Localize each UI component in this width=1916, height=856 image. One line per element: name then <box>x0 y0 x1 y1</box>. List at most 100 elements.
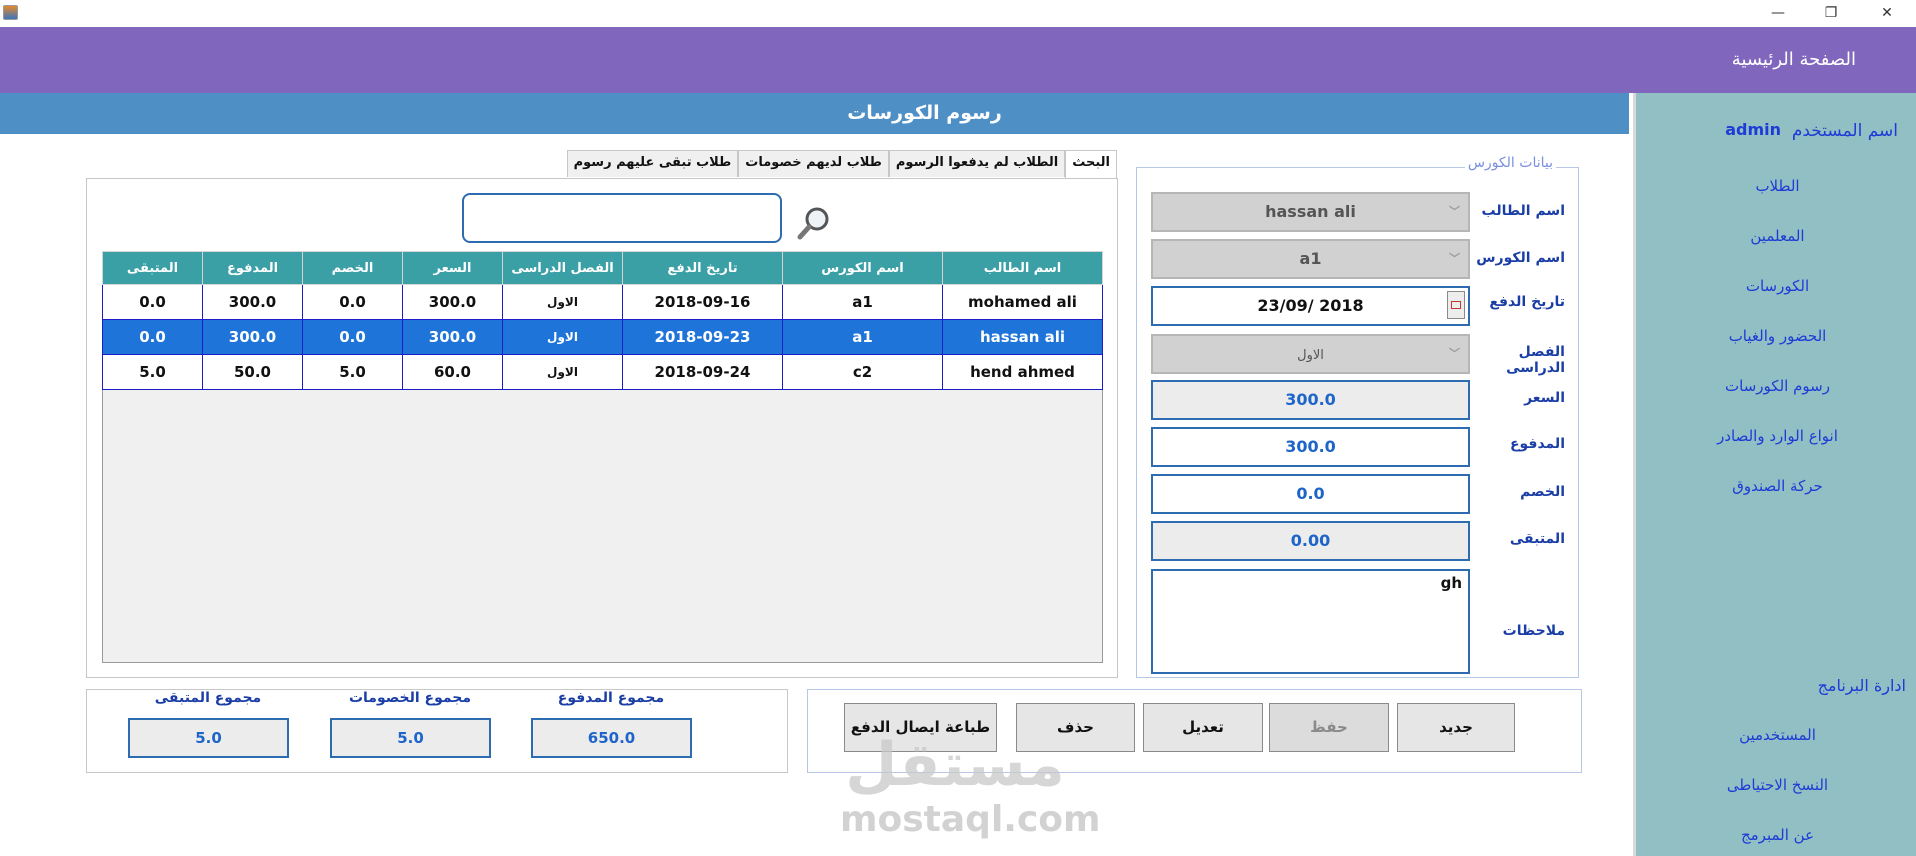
notes-textarea[interactable]: gh <box>1151 569 1470 674</box>
semester-label: الفصل الدراسى <box>1506 344 1565 376</box>
table-cell: الاول <box>502 284 623 320</box>
column-header[interactable]: السعر <box>402 251 503 285</box>
minimize-button[interactable]: — <box>1755 0 1801 27</box>
column-header[interactable]: المدفوع <box>202 251 303 285</box>
table-cell: 0.0 <box>102 284 203 320</box>
results-table: المتبقى المدفوع الخصم السعر الفصل الدراس… <box>102 251 1103 390</box>
table-row[interactable]: 0.0 300.0 0.0 300.0 الاول 2018-09-16 a1 … <box>102 284 1103 320</box>
watermark-logo: مستقل <box>845 730 1065 800</box>
column-header[interactable]: تاريخ الدفع <box>622 251 783 285</box>
table-cell: 60.0 <box>402 354 503 390</box>
sidebar-item-students[interactable]: الطلاب <box>1636 177 1916 195</box>
student-label: اسم الطالب <box>1481 203 1565 219</box>
column-header[interactable]: اسم الكورس <box>782 251 943 285</box>
table-row-selected[interactable]: 0.0 300.0 0.0 300.0 الاول 2018-09-23 a1 … <box>102 319 1103 355</box>
semester-select-value: الاول <box>1297 348 1324 363</box>
remaining-label: المتبقى <box>1509 531 1565 547</box>
column-header[interactable]: اسم الطالب <box>942 251 1103 285</box>
table-header-row: المتبقى المدفوع الخصم السعر الفصل الدراس… <box>102 251 1103 285</box>
page-title-bar: رسوم الكورسات <box>0 93 1629 134</box>
table-cell: 2018-09-23 <box>622 319 783 355</box>
home-title[interactable]: الصفحة الرئيسية <box>1732 49 1856 70</box>
table-cell: 5.0 <box>102 354 203 390</box>
table-cell: 50.0 <box>202 354 303 390</box>
pay-date-label: تاريخ الدفع <box>1489 294 1565 310</box>
table-cell: a1 <box>782 284 943 320</box>
save-button[interactable]: حفظ <box>1269 703 1389 752</box>
report-tabs: البحث الطلاب لم يدفعوا الرسوم طلاب لديهم… <box>566 150 1117 178</box>
table-cell: 300.0 <box>202 319 303 355</box>
sidebar-item-attendance[interactable]: الحضور والغياب <box>1636 327 1916 345</box>
chevron-down-icon: ﹀ <box>1449 252 1460 265</box>
table-cell: 300.0 <box>402 319 503 355</box>
course-label: اسم الكورس <box>1476 250 1565 266</box>
title-bar: — ❐ ✕ <box>0 0 1916 27</box>
pay-date-field[interactable]: 23/09/ 2018 <box>1151 286 1470 326</box>
user-label: اسم المستخدم <box>1791 121 1898 141</box>
table-cell: 0.0 <box>302 319 403 355</box>
course-data-legend: بيانات الكورس <box>1464 155 1556 171</box>
course-select[interactable]: a1 ﹀ <box>1151 239 1470 279</box>
user-name: admin <box>1725 120 1781 139</box>
price-label: السعر <box>1524 390 1565 406</box>
student-select[interactable]: hassan ali ﹀ <box>1151 192 1470 232</box>
discount-label: الخصم <box>1520 484 1565 500</box>
tab-unpaid-students[interactable]: الطلاب لم يدفعوا الرسوم <box>888 150 1066 177</box>
sidebar-item-income-expense-types[interactable]: انواع الوارد والصادر <box>1636 427 1916 445</box>
page-title: رسوم الكورسات <box>847 102 1002 124</box>
column-header[interactable]: الفصل الدراسى <box>502 251 623 285</box>
app-header: الصفحة الرئيسية <box>0 27 1916 93</box>
admin-section-title: ادارة البرنامج <box>1817 676 1906 695</box>
restore-button[interactable]: ❐ <box>1808 0 1854 27</box>
java-app-icon <box>3 5 18 20</box>
table-cell: 2018-09-16 <box>622 284 783 320</box>
search-input[interactable] <box>462 193 782 243</box>
total-paid-label: مجموع المدفوع <box>557 690 665 706</box>
tab-students-with-remaining-fees[interactable]: طلاب تبقى عليهم رسوم <box>566 150 739 177</box>
discount-field[interactable]: 0.0 <box>1151 474 1470 514</box>
chevron-down-icon: ﹀ <box>1449 347 1460 360</box>
column-header[interactable]: المتبقى <box>102 251 203 285</box>
table-cell: mohamed ali <box>942 284 1103 320</box>
table-cell: hassan ali <box>942 319 1103 355</box>
tab-search[interactable]: البحث <box>1065 150 1117 178</box>
sidebar-item-users[interactable]: المستخدمين <box>1636 726 1916 744</box>
table-cell: a1 <box>782 319 943 355</box>
semester-select[interactable]: الاول ﹀ <box>1151 334 1470 374</box>
table-cell: 300.0 <box>202 284 303 320</box>
column-header[interactable]: الخصم <box>302 251 403 285</box>
sidebar-item-about[interactable]: عن المبرمج <box>1636 826 1916 844</box>
table-cell: 300.0 <box>402 284 503 320</box>
calendar-button[interactable] <box>1447 291 1465 319</box>
edit-button[interactable]: تعديل <box>1143 703 1263 752</box>
app-window: — ❐ ✕ الصفحة الرئيسية رسوم الكورسات اسم … <box>0 0 1916 856</box>
total-paid-field: 650.0 <box>531 718 692 758</box>
close-button[interactable]: ✕ <box>1864 0 1910 27</box>
sidebar: اسم المستخدم admin الطلاب المعلمين الكور… <box>1633 93 1916 856</box>
total-remaining-label: مجموع المتبقى <box>154 690 262 706</box>
paid-field[interactable]: 300.0 <box>1151 427 1470 467</box>
chevron-down-icon: ﹀ <box>1449 205 1460 218</box>
search-icon[interactable] <box>797 205 833 241</box>
notes-label: ملاحظات <box>1502 623 1565 639</box>
watermark-text: mostaql.com <box>840 799 1101 840</box>
sidebar-item-backup[interactable]: النسخ الاحتياطى <box>1636 776 1916 794</box>
course-select-value: a1 <box>1299 249 1322 268</box>
price-field[interactable]: 300.0 <box>1151 380 1470 420</box>
sidebar-item-course-fees[interactable]: رسوم الكورسات <box>1636 377 1916 395</box>
total-discounts-label: مجموع الخصومات <box>348 690 472 706</box>
table-cell: 5.0 <box>302 354 403 390</box>
pay-date-value: 23/09/ 2018 <box>1257 296 1364 315</box>
table-cell: الاول <box>502 319 623 355</box>
tab-students-with-discounts[interactable]: طلاب لديهم خصومات <box>738 150 889 177</box>
table-cell: الاول <box>502 354 623 390</box>
sidebar-item-courses[interactable]: الكورسات <box>1636 277 1916 295</box>
table-cell: hend ahmed <box>942 354 1103 390</box>
remaining-field[interactable]: 0.00 <box>1151 521 1470 561</box>
sidebar-item-cash-movement[interactable]: حركة الصندوق <box>1636 477 1916 495</box>
table-row[interactable]: 5.0 50.0 5.0 60.0 الاول 2018-09-24 c2 he… <box>102 354 1103 390</box>
calendar-icon <box>1451 301 1461 309</box>
sidebar-item-teachers[interactable]: المعلمين <box>1636 227 1916 245</box>
table-cell: 0.0 <box>302 284 403 320</box>
new-button[interactable]: جديد <box>1397 703 1515 752</box>
